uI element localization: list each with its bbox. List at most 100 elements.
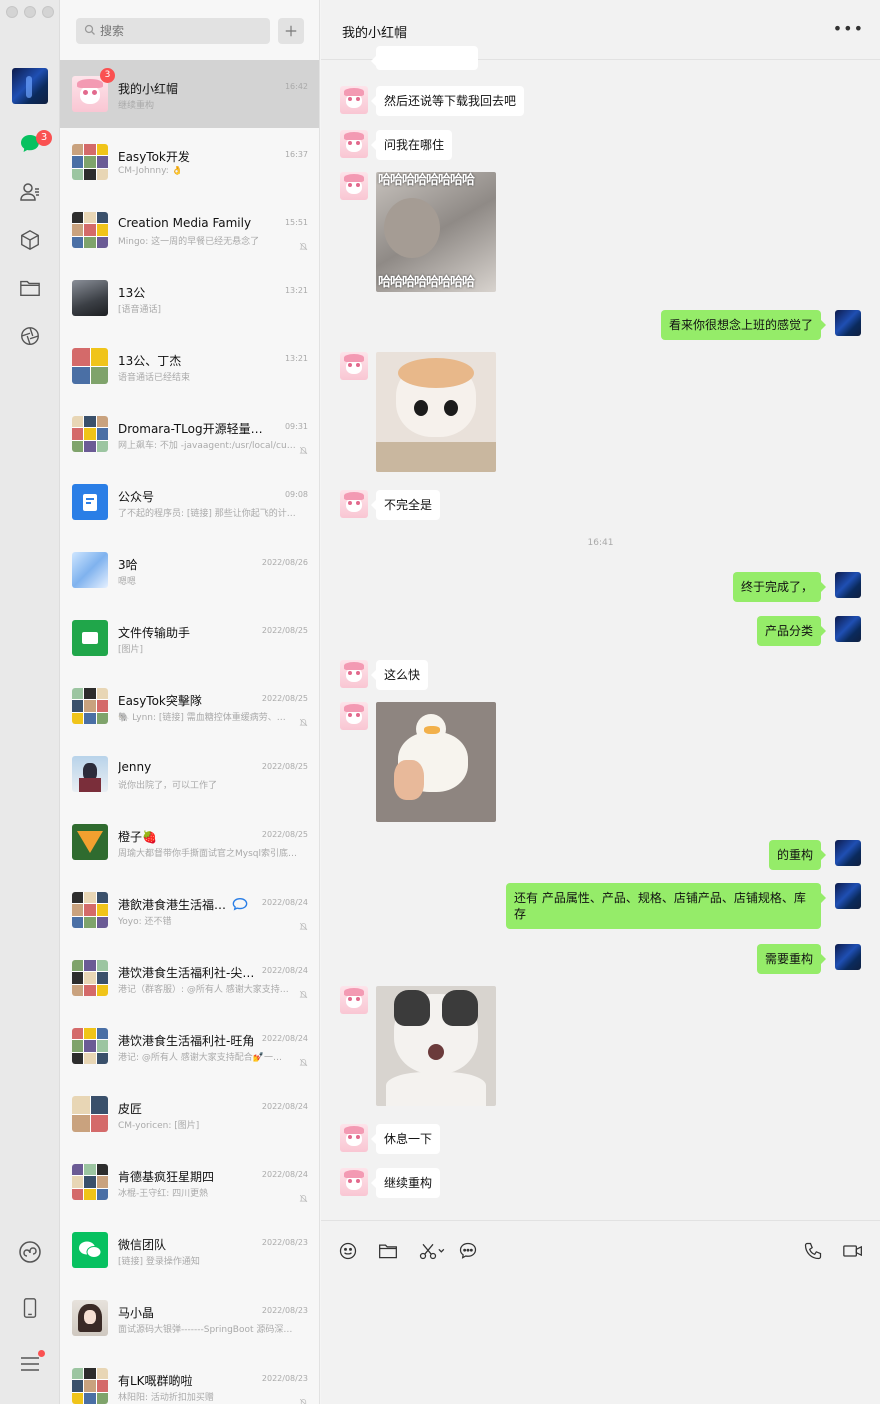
unread-count-badge: 3 <box>100 68 115 83</box>
message-bubble[interactable]: 需要重构 <box>756 944 827 974</box>
files-icon[interactable] <box>16 274 44 302</box>
contact-avatar[interactable] <box>340 490 368 518</box>
chat-time: 2022/08/24 <box>261 1170 308 1179</box>
chat-list-item[interactable]: 皮匠 2022/08/24 CM-yoricen: [图片] <box>60 1080 319 1148</box>
chat-list-item[interactable]: 马小晶 2022/08/23 面试源码大银弹-------SpringBoot 源码… <box>60 1284 319 1352</box>
phone-device-icon[interactable] <box>16 1294 44 1322</box>
chat-list-item[interactable]: Creation Media Family 15:51 Mingo: 这一周的早餐已… <box>60 196 319 264</box>
chat-list-item[interactable]: 3 我的小红帽 16:42 继续重构 <box>60 60 319 128</box>
mute-bell-icon <box>299 712 308 727</box>
chat-list-item[interactable]: EasyTok突擊隊 2022/08/25 🐘 Lynn: [链接] 需血糖控体重缓… <box>60 672 319 740</box>
chat-avatar <box>72 416 108 452</box>
chat-avatar <box>72 620 108 656</box>
chat-list-item[interactable]: 微信团队 2022/08/23 [链接] 登录操作通知 <box>60 1216 319 1284</box>
message-bubble[interactable]: 看来你很想念上班的感觉了 <box>660 310 827 340</box>
mute-bell-icon <box>299 236 308 251</box>
my-message-avatar[interactable] <box>835 883 861 909</box>
chat-list-item[interactable]: 公众号 09:08 了不起的程序员: [链接] 那些让你起飞的计… <box>60 468 319 536</box>
chat-time: 2022/08/23 <box>261 1374 308 1383</box>
add-chat-button[interactable] <box>278 18 304 44</box>
chat-list-item[interactable]: 有LK嘅群啲啦 2022/08/23 林阳阳: 活动折扣加买赠 <box>60 1352 319 1404</box>
chat-avatar <box>72 280 108 316</box>
zoom-window-button[interactable] <box>42 6 54 18</box>
close-window-button[interactable] <box>6 6 18 18</box>
chat-list-item[interactable]: 文件传输助手 2022/08/25 [图片] <box>60 604 319 672</box>
chat-avatar <box>72 1300 108 1336</box>
mute-bell-icon <box>299 1052 308 1067</box>
unread-badge: 3 <box>36 130 52 146</box>
contact-avatar[interactable] <box>340 702 368 730</box>
image-message[interactable] <box>376 702 496 822</box>
favorites-icon[interactable] <box>16 226 44 254</box>
my-message-avatar[interactable] <box>835 572 861 598</box>
contact-avatar[interactable] <box>340 130 368 158</box>
message-bubble[interactable]: 终于完成了， <box>732 572 827 602</box>
message-bubble[interactable]: 还有 产品属性、产品、规格、店铺产品、店铺规格、库存 <box>506 883 826 929</box>
chat-name: 我的小红帽 <box>118 82 179 96</box>
message-bubble[interactable]: 产品分类 <box>756 616 827 646</box>
chat-list-item[interactable]: 肯德基疯狂星期四 2022/08/24 冰棍-王守红: 四川更熱 <box>60 1148 319 1216</box>
mini-programs-icon[interactable] <box>16 1238 44 1266</box>
chat-avatar <box>72 824 108 860</box>
chat-list-item[interactable]: 3哈 2022/08/26 嗯嗯 <box>60 536 319 604</box>
chat-time: 2022/08/24 <box>261 898 308 907</box>
chat-list-item[interactable]: 港饮港食生活福利社-旺角 2022/08/24 港记: @所有人 感谢大家支持配合💅… <box>60 1012 319 1080</box>
moments-icon[interactable] <box>16 322 44 350</box>
message-bubble[interactable]: 然后还说等下载我回去吧 <box>370 86 525 116</box>
search-box[interactable] <box>76 18 270 44</box>
contact-avatar[interactable] <box>340 1168 368 1196</box>
contact-avatar[interactable] <box>340 660 368 688</box>
chat-list-item[interactable]: 橙子🍓 2022/08/25 周瑜大都督带你手撕面试官之Mysql索引底… <box>60 808 319 876</box>
my-message-avatar[interactable] <box>835 944 861 970</box>
message-bubble[interactable]: 继续重构 <box>370 1168 441 1198</box>
image-message[interactable] <box>376 986 496 1106</box>
message-bubble[interactable]: 休息一下 <box>370 1124 441 1154</box>
minimize-window-button[interactable] <box>24 6 36 18</box>
search-input[interactable] <box>100 24 260 38</box>
phone-icon[interactable] <box>801 1241 825 1261</box>
message-bubble[interactable]: 问我在哪住 <box>370 130 453 160</box>
chat-time: 2022/08/23 <box>261 1306 308 1315</box>
chat-name: 港饮港食生活福利社-旺角 <box>118 1034 255 1048</box>
contact-avatar[interactable] <box>340 46 368 66</box>
chat-list-item[interactable]: 港飲港食港生活福… 2022/08/24 Yoyo: 还不错 <box>60 876 319 944</box>
message-bubble[interactable] <box>371 46 478 70</box>
contact-avatar[interactable] <box>340 986 368 1014</box>
my-message-avatar[interactable] <box>835 310 861 336</box>
folder-icon[interactable] <box>376 1241 400 1261</box>
contact-avatar[interactable] <box>340 86 368 114</box>
chat-list-item[interactable]: Jenny 2022/08/25 说你出院了，可以工作了 <box>60 740 319 808</box>
my-message-avatar[interactable] <box>835 840 861 866</box>
chat-list-item[interactable]: 13公 13:21 [语音通话] <box>60 264 319 332</box>
chat-list-item[interactable]: Dromara-TLog开源轻量级日… 09:31 网上飙车: 不加 -javaag… <box>60 400 319 468</box>
message-bubble[interactable]: 这么快 <box>370 660 429 690</box>
chat-avatar <box>72 1368 108 1404</box>
chat-avatar <box>72 960 108 996</box>
image-message[interactable]: 哈哈哈哈哈哈哈哈 哈哈哈哈哈哈哈哈 <box>376 172 496 292</box>
chat-name: 13公 <box>118 286 146 300</box>
contact-avatar[interactable] <box>340 352 368 380</box>
chat-list-item[interactable]: EasyTok开发 16:37 CM-Johnny: 👌 <box>60 128 319 196</box>
my-message-avatar[interactable] <box>835 616 861 642</box>
chat-preview: [语音通话] <box>118 305 162 315</box>
input-area <box>321 1220 880 1404</box>
scissors-icon[interactable] <box>416 1241 450 1261</box>
video-icon[interactable] <box>841 1241 865 1261</box>
image-message[interactable] <box>376 352 496 472</box>
contact-avatar[interactable] <box>340 1124 368 1152</box>
chat-name: Creation Media Family <box>118 216 252 230</box>
more-options-icon[interactable]: ••• <box>833 21 864 37</box>
contacts-icon[interactable] <box>16 178 44 206</box>
contact-avatar[interactable] <box>340 172 368 200</box>
chat-list-item[interactable]: 港饮港食生活福利社-尖… 2022/08/24 港记（群客服）: @所有人 感谢大家… <box>60 944 319 1012</box>
message-bubble[interactable]: 不完全是 <box>370 490 441 520</box>
chat-name: 皮匠 <box>118 1102 143 1116</box>
chat-list-item[interactable]: 13公、丁杰 13:21 语音通话已经结束 <box>60 332 319 400</box>
emoji-icon[interactable] <box>336 1241 360 1261</box>
my-avatar[interactable] <box>12 68 48 104</box>
chat-preview: 面试源码大银弹-------SpringBoot 源码深… <box>118 1325 293 1335</box>
message-bubble[interactable]: 的重构 <box>768 840 827 870</box>
chat-time: 16:37 <box>284 150 308 159</box>
chat-avatar <box>72 756 108 792</box>
chat-history-icon[interactable] <box>456 1241 480 1261</box>
